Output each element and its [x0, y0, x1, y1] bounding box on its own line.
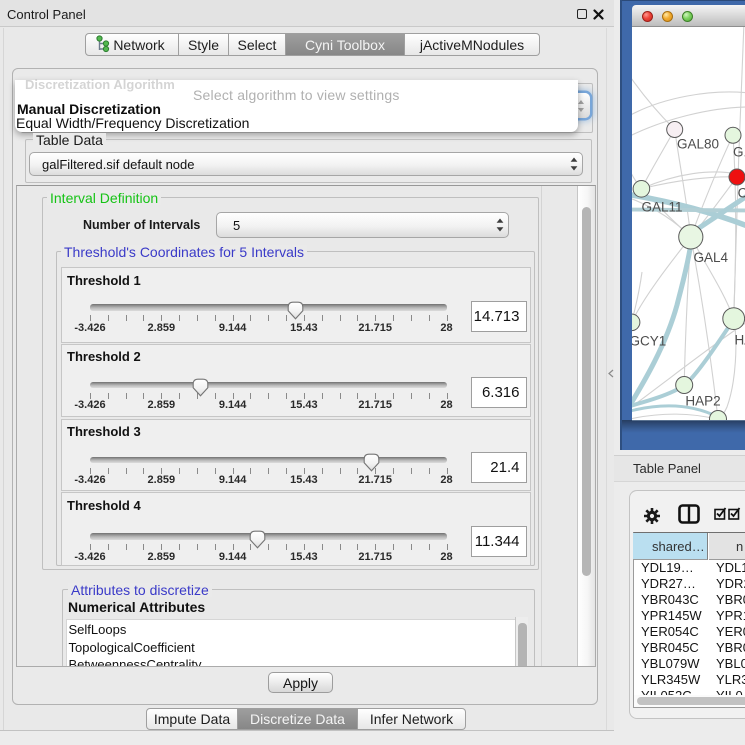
svg-text:GAL11: GAL11 [642, 200, 683, 215]
svg-text:HAP2: HAP2 [685, 394, 720, 409]
svg-text:GAL80: GAL80 [677, 137, 719, 152]
svg-text:GCY1: GCY1 [632, 334, 666, 349]
svg-text:G.: G. [733, 145, 745, 160]
svg-text:GAL4: GAL4 [694, 250, 729, 265]
svg-text:HA: HA [735, 333, 745, 348]
svg-text:CY: CY [738, 186, 745, 201]
